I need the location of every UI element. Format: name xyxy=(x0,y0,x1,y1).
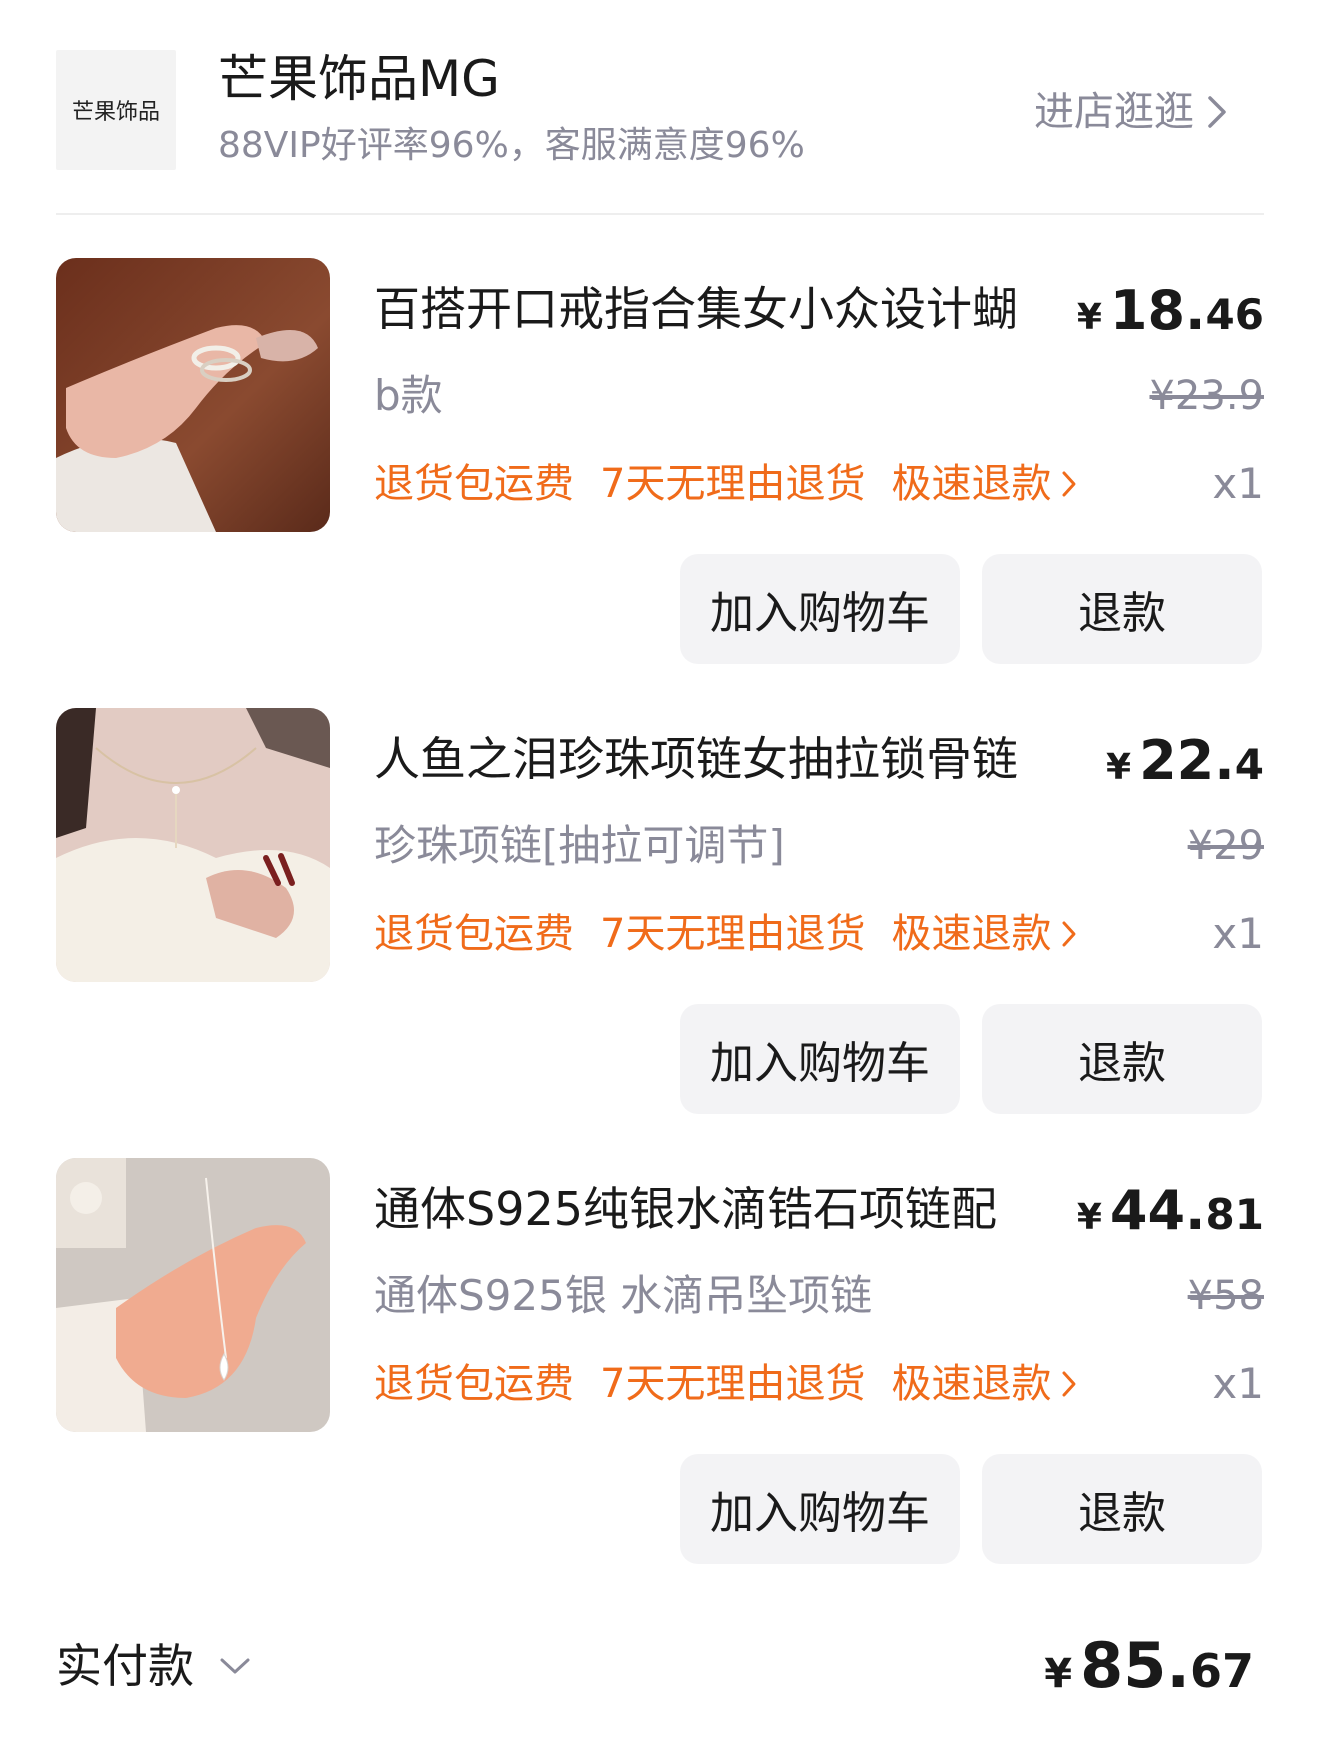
product-price: ¥22.4 xyxy=(1106,729,1264,792)
actual-payment-label: 实付款 xyxy=(56,1639,194,1693)
actual-payment-toggle[interactable]: 实付款 xyxy=(56,1633,252,1699)
product-sku[interactable]: 通体S925银 水滴吊坠项链 xyxy=(374,1266,872,1326)
tag-fast-refund-label: 极速退款 xyxy=(891,911,1052,957)
tag-7day-return: 7天无理由退货 xyxy=(600,461,866,507)
product-title[interactable]: 人鱼之泪珍珠项链女抽拉锁骨链 xyxy=(374,726,1074,792)
shop-name[interactable]: 芒果饰品MG xyxy=(218,44,500,114)
product-image-ring[interactable] xyxy=(56,258,330,532)
product-sku[interactable]: b款 xyxy=(374,366,443,426)
quantity: x1 xyxy=(1212,459,1264,508)
quantity: x1 xyxy=(1212,1359,1264,1408)
header-divider xyxy=(56,213,1264,215)
enter-shop-link[interactable]: 进店逛逛 xyxy=(1034,82,1230,142)
chevron-right-icon xyxy=(1062,471,1076,497)
original-price: ¥58 xyxy=(1187,1273,1264,1319)
quantity: x1 xyxy=(1212,909,1264,958)
service-tags[interactable]: 退货包运费 7天无理由退货 极速退款 xyxy=(374,1354,1079,1414)
add-to-cart-button[interactable]: 加入购物车 xyxy=(680,554,960,664)
chevron-right-icon xyxy=(1062,1371,1076,1397)
enter-shop-label: 进店逛逛 xyxy=(1034,89,1194,135)
total-amount: ¥85.67 xyxy=(1044,1629,1254,1702)
add-to-cart-button[interactable]: 加入购物车 xyxy=(680,1454,960,1564)
tag-fast-refund-label: 极速退款 xyxy=(891,461,1052,507)
product-price: ¥44.81 xyxy=(1076,1179,1264,1242)
tag-7day-return: 7天无理由退货 xyxy=(600,911,866,957)
original-price: ¥29 xyxy=(1187,823,1264,869)
service-tags[interactable]: 退货包运费 7天无理由退货 极速退款 xyxy=(374,904,1079,964)
product-sku[interactable]: 珍珠项链[抽拉可调节] xyxy=(374,816,785,876)
original-price: ¥23.9 xyxy=(1149,373,1264,419)
shop-rating: 88VIP好评率96%，客服满意度96% xyxy=(218,125,805,166)
tag-return-shipping: 退货包运费 xyxy=(374,911,574,957)
chevron-right-icon xyxy=(1062,921,1076,947)
refund-button[interactable]: 退款 xyxy=(982,554,1262,664)
tag-fast-refund[interactable]: 极速退款 xyxy=(891,904,1079,964)
shop-logo[interactable]: 芒果饰品 xyxy=(56,50,176,170)
refund-button[interactable]: 退款 xyxy=(982,1454,1262,1564)
tag-return-shipping: 退货包运费 xyxy=(374,461,574,507)
service-tags[interactable]: 退货包运费 7天无理由退货 极速退款 xyxy=(374,454,1079,514)
product-title[interactable]: 百搭开口戒指合集女小众设计蝴 xyxy=(374,276,1074,342)
tag-fast-refund[interactable]: 极速退款 xyxy=(891,454,1079,514)
product-title[interactable]: 通体S925纯银水滴锆石项链配 xyxy=(374,1176,1074,1242)
product-price: ¥18.46 xyxy=(1076,279,1264,342)
chevron-right-icon xyxy=(1208,96,1226,128)
tag-return-shipping: 退货包运费 xyxy=(374,1361,574,1407)
tag-fast-refund[interactable]: 极速退款 xyxy=(891,1354,1079,1414)
tag-fast-refund-label: 极速退款 xyxy=(891,1361,1052,1407)
chevron-down-icon xyxy=(220,1658,250,1674)
product-image-pendant[interactable] xyxy=(56,1158,330,1432)
add-to-cart-button[interactable]: 加入购物车 xyxy=(680,1004,960,1114)
refund-button[interactable]: 退款 xyxy=(982,1004,1262,1114)
product-image-necklace[interactable] xyxy=(56,708,330,982)
tag-7day-return: 7天无理由退货 xyxy=(600,1361,866,1407)
